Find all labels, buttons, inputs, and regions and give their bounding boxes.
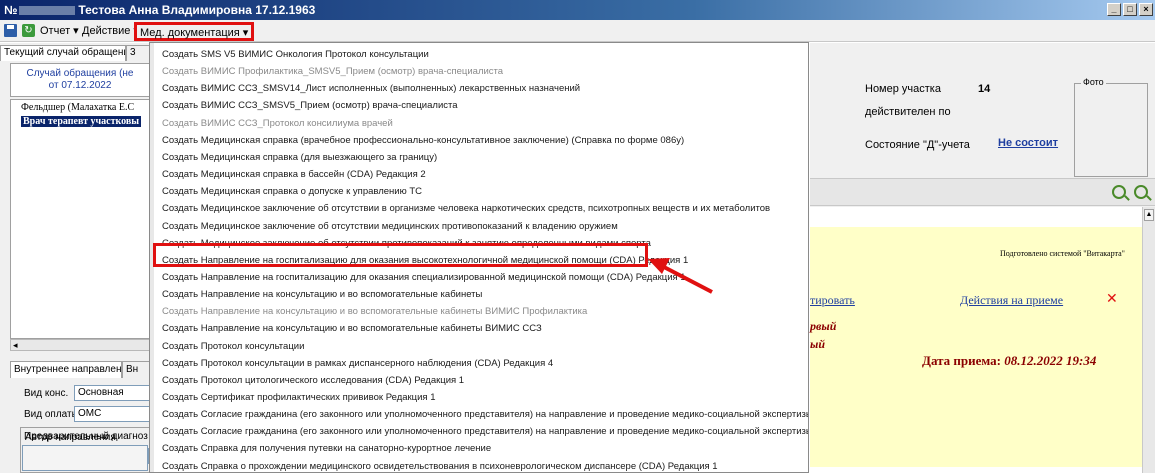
menu-item[interactable]: Создать Протокол консультации [162, 338, 304, 356]
visit-tree: Фельдшер (Малахатка Е.С Врач терапевт уч… [10, 99, 150, 339]
report-menu[interactable]: Отчет ▾ [40, 24, 79, 37]
window-title: № Тестова Анна Владимировна 17.12.1963 [4, 3, 315, 17]
prepared-by-text: Подготовлено системой "Витакарта" [1000, 249, 1125, 258]
edit-link[interactable]: тировать [810, 293, 855, 308]
visit-date-value: 08.12.2022 19:34 [1004, 353, 1097, 368]
title-prefix: № [4, 3, 18, 17]
menu-item[interactable]: Создать ВИМИС ССЗ_SMSV14_Лист исполненны… [162, 80, 580, 98]
d-status-label: Состояние "Д"-учета [865, 139, 970, 151]
visit-actions-link[interactable]: Действия на приеме [960, 293, 1063, 308]
menu-item[interactable]: Создать Направление на госпитализацию дл… [162, 269, 686, 287]
payment-type-select[interactable]: ОМС [74, 406, 150, 422]
close-button[interactable]: × [1139, 3, 1153, 16]
document-view: Подготовлено системой "Витакарта" тирова… [810, 207, 1142, 473]
d-status-link[interactable]: Не состоит [998, 137, 1058, 149]
menu-item[interactable]: Создать Медицинская справка (для выезжаю… [162, 149, 437, 167]
valid-until-label: действителен по [865, 106, 951, 118]
visit-date-label: Дата приема: [922, 353, 1001, 368]
menu-item[interactable]: Создать Согласие гражданина (его законно… [162, 406, 808, 424]
photo-frame: Фото [1074, 77, 1148, 177]
menu-item[interactable]: Создать Направление на консультацию и во… [162, 320, 542, 338]
menu-item[interactable]: Создать Направление на консультацию и во… [162, 303, 587, 321]
close-doc-icon[interactable]: ✕ [1106, 290, 1118, 307]
refresh-icon[interactable]: ↻ [22, 24, 35, 37]
tree-node-paramedic[interactable]: Фельдшер (Малахатка Е.С [21, 102, 134, 113]
payment-type-label: Вид оплаты [24, 409, 79, 420]
menu-item[interactable]: Создать ВИМИС Профилактика_SMSV5_Прием (… [162, 63, 503, 81]
case-title: Случай обращения (не [26, 68, 134, 79]
right-panel: Номер участка 14 действителен по Состоян… [810, 43, 1155, 473]
consult-type-label: Вид конс. [24, 388, 69, 399]
scroll-up-icon[interactable]: ▲ [1144, 209, 1154, 221]
zoom-in-icon[interactable] [1112, 185, 1126, 199]
menu-item[interactable]: Создать Сертификат профилактических прив… [162, 389, 436, 407]
photo-label: Фото [1081, 77, 1106, 87]
district-label: Номер участка [865, 83, 941, 95]
menu-item[interactable]: Создать Медицинская справка в бассейн (C… [162, 166, 426, 184]
consult-type-select[interactable]: Основная [74, 385, 150, 401]
tab-referral-2[interactable]: Вн [122, 361, 150, 378]
menu-item[interactable]: Создать Протокол цитологического исследо… [162, 372, 464, 390]
primary-visit-text: рвый [810, 319, 837, 333]
menu-item[interactable]: Создать ВИМИС ССЗ_SMSV5_Прием (осмотр) в… [162, 97, 458, 115]
visit-document: Подготовлено системой "Витакарта" тирова… [810, 227, 1142, 467]
menu-item[interactable]: Создать Направление на консультацию и во… [162, 286, 482, 304]
case-date: от 07.12.2022 [48, 80, 112, 91]
menu-item[interactable]: Создать Медицинская справка (врачебное п… [162, 132, 684, 150]
menu-item[interactable]: Создать Справка о прохождении медицинско… [162, 458, 718, 472]
window-controls: _ □ × [1107, 3, 1153, 16]
document-scrollbar[interactable]: ▲ [1142, 207, 1155, 473]
menu-item[interactable]: Создать Протокол консультации в рамках д… [162, 355, 553, 373]
district-value: 14 [978, 83, 991, 95]
patient-name: Тестова Анна Владимировна 17.12.1963 [78, 3, 316, 17]
left-panel: Текущий случай обращения 3 Случай обраще… [0, 43, 150, 473]
save-icon[interactable] [4, 24, 17, 37]
menu-item[interactable]: Создать Медицинское заключение об отсутс… [162, 218, 618, 236]
visit-type-text: ый [810, 337, 825, 351]
menu-item[interactable]: Создать Медицинское заключение об отсутс… [162, 200, 770, 218]
zoom-out-icon[interactable] [1134, 185, 1148, 199]
maximize-button[interactable]: □ [1123, 3, 1137, 16]
panel-divider [810, 178, 1155, 206]
diagnosis-field[interactable] [22, 445, 148, 471]
visit-date: Дата приема: 08.12.2022 19:34 [922, 353, 1096, 369]
tree-node-therapist[interactable]: Врач терапевт участковы [21, 116, 142, 127]
redacted-block [19, 6, 76, 16]
tab-internal-referral[interactable]: Внутреннее направление [10, 361, 122, 378]
menu-item[interactable]: Создать SMS V5 ВИМИС Онкология Протокол … [162, 46, 429, 64]
tree-horizontal-scrollbar[interactable]: ◂ [10, 339, 150, 351]
menu-item[interactable]: Создать Справка для получения путевки на… [162, 440, 491, 458]
menu-item[interactable]: Создать Согласие гражданина (его законно… [162, 423, 808, 441]
highlight-frame [153, 243, 648, 267]
diagnosis-label: Предварительный диагноз [24, 431, 148, 442]
tab-current-case[interactable]: Текущий случай обращения [0, 45, 126, 61]
tab-case-2[interactable]: 3 [126, 45, 150, 61]
minimize-button[interactable]: _ [1107, 3, 1121, 16]
menu-item[interactable]: Создать Медицинская справка о допуске к … [162, 183, 422, 201]
menu-item[interactable]: Создать ВИМИС ССЗ_Протокол консилиума вр… [162, 115, 393, 133]
action-menu[interactable]: Действие ▾ [82, 24, 139, 37]
med-docs-menu[interactable]: Мед. документация ▾ [134, 22, 254, 41]
window-title-bar[interactable]: № Тестова Анна Владимировна 17.12.1963 _ … [0, 0, 1155, 20]
case-header[interactable]: Случай обращения (не от 07.12.2022 [10, 63, 150, 97]
